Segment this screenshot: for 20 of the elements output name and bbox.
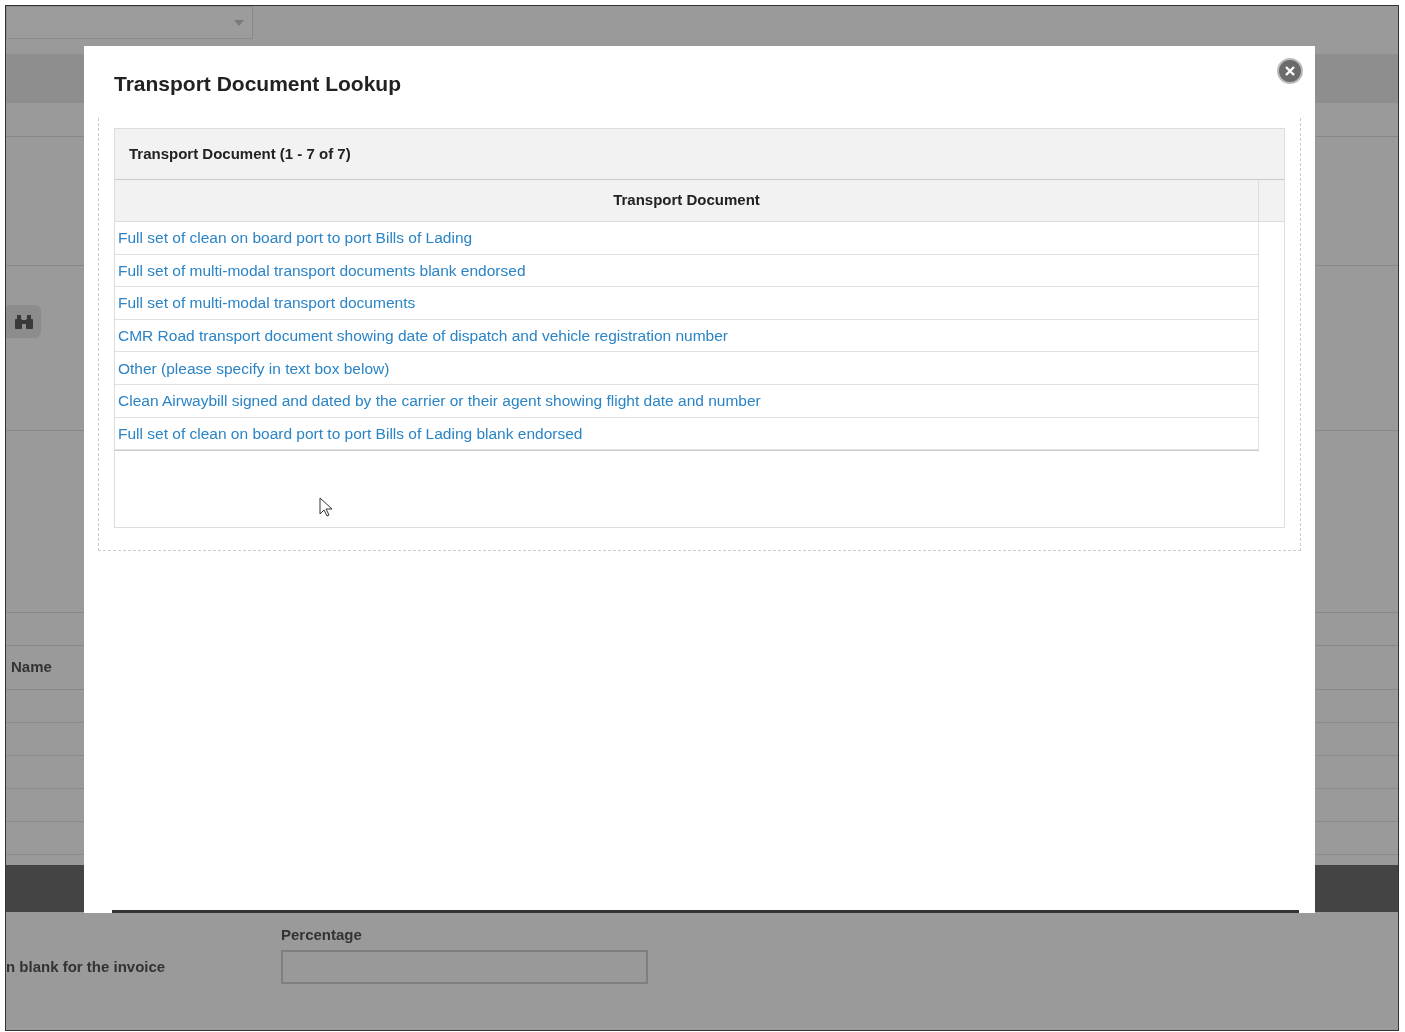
document-link[interactable]: Full set of clean on board port to port Bills of Lading <box>118 226 473 250</box>
search-button[interactable] <box>6 305 41 338</box>
document-link[interactable]: Clean Airwaybill signed and dated by the carrier or their agent showing flight date and number <box>118 389 761 413</box>
close-icon <box>1285 66 1295 76</box>
caret-icon <box>234 19 244 26</box>
close-button[interactable] <box>1277 58 1303 84</box>
document-link[interactable]: Full set of clean on board port to port Bills of Lading blank endorsed <box>118 421 583 445</box>
binoculars-icon <box>13 314 34 329</box>
document-link[interactable]: Other (please specify in text box below) <box>118 356 390 380</box>
column-header: Name <box>11 657 52 678</box>
percentage-field[interactable] <box>281 949 648 984</box>
document-link[interactable]: CMR Road transport document showing date of dispatch and vehicle registration number <box>118 323 728 348</box>
document-link[interactable]: Full set of multi-modal transport documents blank endorsed <box>118 258 526 282</box>
instruction-text: n blank for the invoice <box>6 958 166 975</box>
dropdown-field[interactable] <box>6 6 253 39</box>
dialog-title: Transport Document Lookup <box>114 71 401 97</box>
document-link[interactable]: Full set of multi-modal transport documents <box>118 291 416 315</box>
grid-caption: Transport Document (1 - 7 of 7) <box>129 143 351 164</box>
mouse-pointer-icon <box>319 497 333 518</box>
field-label: Percentage <box>281 925 363 945</box>
